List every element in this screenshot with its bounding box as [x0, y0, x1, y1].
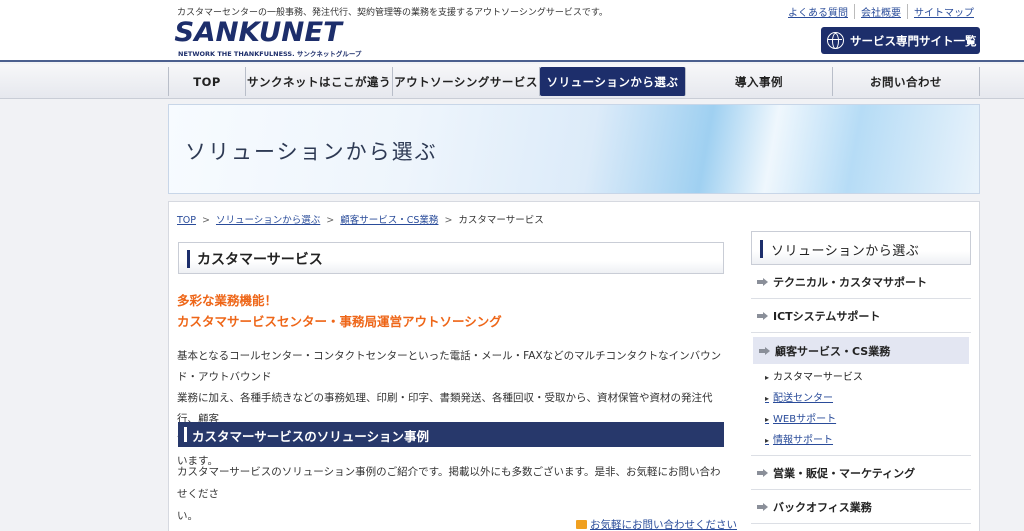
- sidebar-title: ソリューションから選ぶ: [771, 244, 920, 259]
- nav-cases[interactable]: 導入事例: [686, 67, 833, 96]
- nav-solution[interactable]: ソリューションから選ぶ: [540, 67, 686, 96]
- breadcrumb-cs[interactable]: 顧客サービス・CS業務: [340, 215, 438, 226]
- mail-icon: [576, 520, 587, 529]
- banner-title: ソリューションから選ぶ: [185, 140, 438, 164]
- arrow-right-icon: [757, 468, 769, 477]
- service-sites-label: サービス専門サイト一覧: [850, 33, 977, 48]
- utility-nav: よくある質問 会社概要 サイトマップ: [782, 4, 980, 19]
- breadcrumb-current: カスタマーサービス: [458, 215, 544, 226]
- breadcrumb-sep: >: [326, 215, 335, 226]
- cases-line-1: カスタマーサービスのソリューション事例のご紹介です。掲載以外にも多数ございます。…: [177, 466, 721, 500]
- content-area: TOP > ソリューションから選ぶ > 顧客サービス・CS業務 > カスタマーサービス カス…: [168, 201, 980, 531]
- sidebar-item-label: 営業・販促・マーケティング: [773, 466, 916, 480]
- arrow-right-icon: [759, 346, 771, 355]
- arrow-right-icon: [757, 311, 769, 320]
- breadcrumb: TOP > ソリューションから選ぶ > 顧客サービス・CS業務 > カスタマーサービス: [177, 212, 544, 226]
- sidebar-item-label: テクニカル・カスタマサポート: [773, 275, 927, 289]
- sankunet-logo[interactable]: SANKUNET NETWORK THE THANKFULNESS. サンクネッ…: [174, 17, 361, 59]
- page-banner: ソリューションから選ぶ: [168, 104, 980, 194]
- breadcrumb-solution[interactable]: ソリューションから選ぶ: [216, 215, 320, 226]
- subheading-accent: [184, 427, 187, 442]
- cases-title: カスタマーサービスのソリューション事例: [192, 429, 430, 444]
- intro-text: 基本となるコールセンター・コンタクトセンターといった電話・メール・FAXなどのマ…: [177, 346, 725, 472]
- arrow-right-icon: [757, 502, 769, 511]
- sidebar-item-label: 顧客サービス・CS業務: [775, 344, 891, 358]
- faq-link[interactable]: よくある質問: [782, 4, 854, 19]
- contact-link[interactable]: お気軽にお問い合わせください: [590, 519, 737, 531]
- nav-top[interactable]: TOP: [168, 67, 246, 96]
- sidebar-sub-customer-service[interactable]: カスタマーサービス: [765, 367, 971, 388]
- sidebar-item-ict[interactable]: ICTシステムサポート: [751, 299, 971, 333]
- nav-difference[interactable]: サンクネットはここが違う: [246, 67, 393, 96]
- sidebar-item-sales[interactable]: 営業・販促・マーケティング: [751, 456, 971, 490]
- cases-heading: カスタマーサービスのソリューション事例: [178, 422, 724, 447]
- arrow-right-icon: [757, 277, 769, 286]
- logo-text: SANKUNET: [174, 17, 342, 48]
- sidebar-heading-accent: [760, 240, 763, 258]
- globe-icon: [827, 32, 844, 49]
- service-sites-button[interactable]: サービス専門サイト一覧: [821, 27, 980, 54]
- sidebar-sub-web[interactable]: WEBサポート: [765, 409, 971, 430]
- sidebar-item-label: バックオフィス業務: [773, 500, 872, 514]
- global-nav: TOP サンクネットはここが違う アウトソーシングサービス ソリューションから選…: [168, 67, 980, 96]
- nav-outsourcing[interactable]: アウトソーシングサービス: [393, 67, 540, 96]
- sidebar-item-technical[interactable]: テクニカル・カスタマサポート: [751, 265, 971, 299]
- page-title: カスタマーサービス: [197, 252, 323, 268]
- company-link[interactable]: 会社概要: [854, 4, 907, 19]
- catch-line-2: カスタマサービスセンター・事務局運営アウトソーシング: [177, 314, 502, 329]
- nav-contact[interactable]: お問い合わせ: [833, 67, 980, 96]
- contact-link-wrap: お気軽にお問い合わせください: [576, 517, 737, 531]
- sidebar-submenu: カスタマーサービス 配送センター WEBサポート 情報サポート: [751, 364, 971, 456]
- sidebar-item-label: ICTシステムサポート: [773, 309, 881, 323]
- sidebar-sub-info[interactable]: 情報サポート: [765, 430, 971, 451]
- catch-copy: 多彩な業務機能！ カスタマサービスセンター・事務局運営アウトソーシング: [177, 290, 502, 332]
- sitemap-link[interactable]: サイトマップ: [907, 4, 980, 19]
- breadcrumb-sep: >: [202, 215, 210, 226]
- sidebar-item-cs[interactable]: 顧客サービス・CS業務: [753, 337, 969, 364]
- breadcrumb-top[interactable]: TOP: [177, 215, 196, 226]
- page-heading: カスタマーサービス: [178, 242, 724, 274]
- logo-subtitle: NETWORK THE THANKFULNESS. サンクネットグループ: [178, 50, 362, 58]
- breadcrumb-sep: >: [444, 215, 453, 226]
- sidebar: ソリューションから選ぶ テクニカル・カスタマサポート ICTシステムサポート 顧…: [751, 231, 971, 524]
- sidebar-item-backoffice[interactable]: バックオフィス業務: [751, 490, 971, 524]
- sidebar-heading: ソリューションから選ぶ: [751, 231, 971, 265]
- sidebar-sub-delivery[interactable]: 配送センター: [765, 388, 971, 409]
- heading-accent: [187, 250, 190, 268]
- intro-line-1: 基本となるコールセンター・コンタクトセンターといった電話・メール・FAXなどのマ…: [177, 350, 722, 383]
- catch-line-1: 多彩な業務機能！: [177, 293, 278, 308]
